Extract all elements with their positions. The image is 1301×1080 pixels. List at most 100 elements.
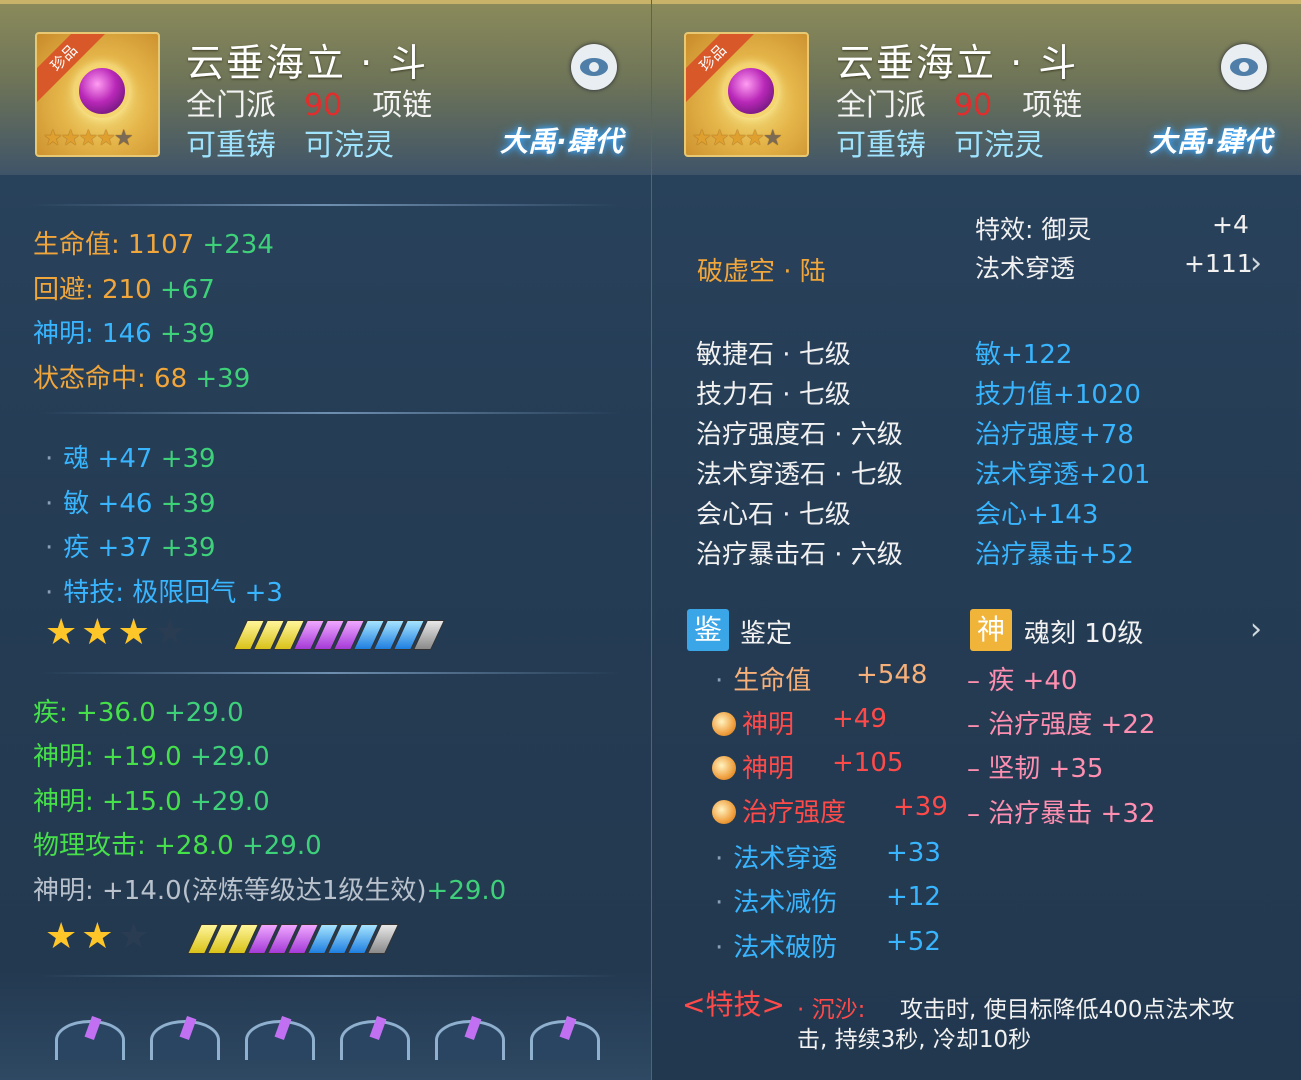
refine-star-rating-1: ★★★★ <box>45 612 191 653</box>
engrave-item: – 坚韧 +35 <box>967 754 1104 784</box>
appraise-badge: 鉴 <box>687 609 729 651</box>
item-flags: 可重铸 可浣灵 <box>186 120 394 164</box>
appraise-item: · 法术穿透 <box>715 844 838 874</box>
engrave-item: – 治疗暴击 +32 <box>967 799 1156 829</box>
item-info: 全门派 90 项链 <box>186 80 432 124</box>
refine-row: 物理攻击: +28.0 +29.0 <box>33 831 322 861</box>
stat-dodge: 回避: 210 +67 <box>33 275 215 305</box>
attr-row-speed: · 疾 +37 +39 <box>45 533 216 563</box>
brand-logo: 大禹·肆代 <box>1149 125 1272 158</box>
appraise-item: 神明 <box>712 748 794 785</box>
soul-flag: 可浣灵 <box>954 128 1044 163</box>
divider <box>40 672 620 674</box>
item-type: 项链 <box>1022 88 1083 123</box>
divider <box>30 204 620 206</box>
recast-flag: 可重铸 <box>836 128 926 163</box>
item-star-rating: ★★★★★ <box>43 126 134 151</box>
engrave-badge: 神 <box>970 609 1012 651</box>
recast-flag: 可重铸 <box>186 128 276 163</box>
item-sect: 全门派 <box>186 88 276 123</box>
appraise-item: 神明 <box>712 704 794 741</box>
special-tag: <特技> <box>682 988 785 1021</box>
divider <box>40 412 620 414</box>
slot-orb-icon <box>530 1020 600 1060</box>
attr-row-agility: · 敏 +46 +39 <box>45 489 216 519</box>
item-flags: 可重铸 可浣灵 <box>836 120 1044 164</box>
engrave-item: – 治疗强度 +22 <box>967 710 1156 740</box>
gem-icon <box>75 64 129 118</box>
refine-bar-2 <box>187 924 399 954</box>
bottom-decoration <box>0 970 651 1080</box>
appraise-value: +12 <box>886 882 941 912</box>
item-icon[interactable]: 珍品 ★★★★★ <box>35 32 160 157</box>
appraise-item: · 生命值 <box>715 666 812 696</box>
refine-row-inactive: 神明: +14.0(淬炼等级达1级生效)+29.0 <box>33 876 507 906</box>
stat-status-hit: 状态命中: 68 +39 <box>33 364 251 394</box>
gem-effect: 治疗暴击+52 <box>975 540 1134 570</box>
penetration-value: +111 <box>1184 249 1253 278</box>
penetration-label: 法术穿透 <box>975 254 1076 283</box>
gem-effect: 会心+143 <box>975 500 1099 530</box>
gold-coin-icon <box>712 712 736 736</box>
gem-name: 敏捷石 · 七级 <box>696 340 851 370</box>
appraise-title: 鉴定 <box>740 619 793 649</box>
preview-eye-icon[interactable] <box>1221 44 1267 90</box>
appraise-item: · 法术破防 <box>715 933 838 963</box>
item-name: 云垂海立 · 斗 <box>186 41 429 85</box>
gem-icon <box>724 64 778 118</box>
slot-orb-icon <box>150 1020 220 1060</box>
appraise-value: +49 <box>832 704 887 734</box>
appraise-value: +33 <box>886 838 941 868</box>
item-type: 项链 <box>372 88 433 123</box>
refine-row: 疾: +36.0 +29.0 <box>33 698 244 728</box>
item-info: 全门派 90 项链 <box>836 80 1082 124</box>
item-name: 云垂海立 · 斗 <box>836 41 1079 85</box>
appraise-value: +52 <box>886 927 941 957</box>
chevron-right-icon[interactable]: › <box>1250 612 1262 647</box>
refine-star-rating-2: ★★★ <box>45 916 154 957</box>
right-panel: 珍品 ★★★★★ 云垂海立 · 斗 全门派 90 项链 可重铸 可浣灵 大禹·肆代 特… <box>651 0 1301 1080</box>
chevron-right-icon[interactable]: › <box>1250 246 1262 281</box>
gem-effect: 治疗强度+78 <box>975 420 1134 450</box>
preview-eye-icon[interactable] <box>571 44 617 90</box>
slot-orb-icon <box>340 1020 410 1060</box>
engrave-item: – 疾 +40 <box>967 666 1078 696</box>
gem-name: 会心石 · 七级 <box>696 500 851 530</box>
appraise-value: +105 <box>832 748 904 778</box>
stat-divinity: 神明: 146 +39 <box>33 319 215 349</box>
appraise-value: +548 <box>856 660 928 690</box>
gem-effect: 技力值+1020 <box>975 380 1141 410</box>
gem-name: 技力石 · 七级 <box>696 380 851 410</box>
refine-row: 神明: +15.0 +29.0 <box>33 787 270 817</box>
slot-orb-icon <box>245 1020 315 1060</box>
gem-effect: 敏+122 <box>975 340 1073 370</box>
gem-name: 治疗暴击石 · 六级 <box>696 540 903 570</box>
gold-coin-icon <box>712 800 736 824</box>
item-header: 珍品 ★★★★★ 云垂海立 · 斗 全门派 90 项链 可重铸 可浣灵 大禹·肆代 <box>0 0 651 175</box>
refine-bar-1 <box>233 620 445 650</box>
gem-name: 法术穿透石 · 七级 <box>696 460 903 490</box>
attr-row-soul: · 魂 +47 +39 <box>45 444 216 474</box>
gold-coin-icon <box>712 756 736 780</box>
item-sect: 全门派 <box>836 88 926 123</box>
skill-row: · 特技: 极限回气 +3 <box>45 578 283 608</box>
engrave-title: 魂刻 10级 <box>1024 619 1144 649</box>
soul-flag: 可浣灵 <box>304 128 394 163</box>
gem-name: 治疗强度石 · 六级 <box>696 420 903 450</box>
item-level: 90 <box>304 88 343 123</box>
item-level: 90 <box>954 88 993 123</box>
left-panel: 珍品 ★★★★★ 云垂海立 · 斗 全门派 90 项链 可重铸 可浣灵 大禹·肆代 生… <box>0 0 651 1080</box>
special-desc-2: 击, 持续3秒, 冷却10秒 <box>797 1027 1032 1053</box>
item-star-rating: ★★★★★ <box>692 126 783 151</box>
refine-row: 神明: +19.0 +29.0 <box>33 742 270 772</box>
item-icon[interactable]: 珍品 ★★★★★ <box>684 32 809 157</box>
appraise-value: +39 <box>893 792 948 822</box>
slot-orb-icon <box>55 1020 125 1060</box>
effect-value: +4 <box>1212 210 1249 239</box>
brand-logo: 大禹·肆代 <box>500 125 623 158</box>
item-header: 珍品 ★★★★★ 云垂海立 · 斗 全门派 90 项链 可重铸 可浣灵 大禹·肆代 <box>652 0 1301 175</box>
slot-orb-icon <box>435 1020 505 1060</box>
special-name: · 沉沙: <box>797 997 866 1023</box>
appraise-item: · 法术减伤 <box>715 888 838 918</box>
effect-row: 特效: 御灵 <box>975 215 1092 244</box>
